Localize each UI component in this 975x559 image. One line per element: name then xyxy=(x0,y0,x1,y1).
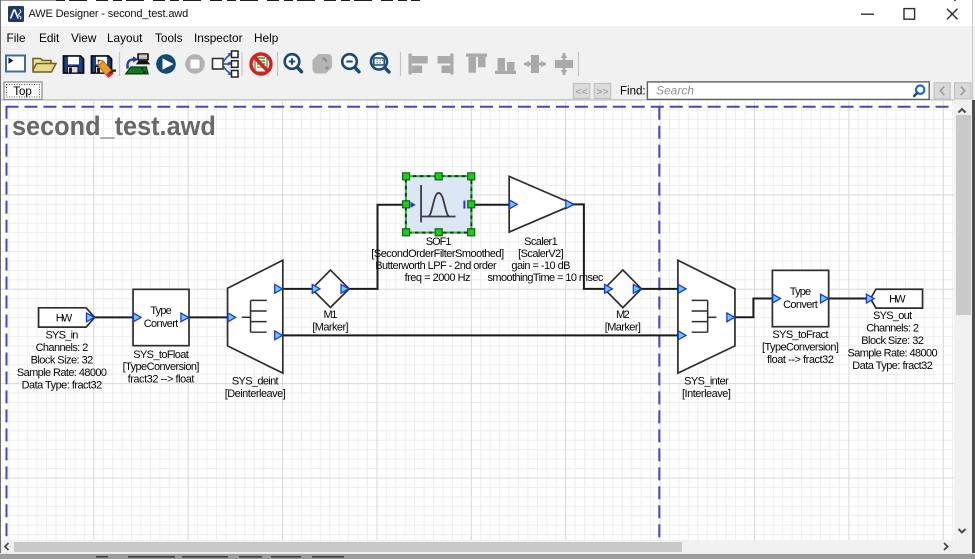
svg-text:SYS_out: SYS_out xyxy=(873,310,912,322)
svg-text:SOF1: SOF1 xyxy=(426,236,452,248)
svg-text:HW: HW xyxy=(889,294,906,306)
svg-text:Butterworth LPF - 2nd order: Butterworth LPF - 2nd order xyxy=(375,260,497,272)
svg-text:Scaler1: Scaler1 xyxy=(524,236,558,248)
svg-text:HW: HW xyxy=(56,312,73,324)
svg-text:[Deinterleave]: [Deinterleave] xyxy=(225,388,286,400)
svg-text:SYS_toFloat: SYS_toFloat xyxy=(133,349,189,361)
svg-text:Search: Search xyxy=(656,84,694,98)
svg-text:[SecondOrderFilterSmoothed]: [SecondOrderFilterSmoothed] xyxy=(371,248,504,260)
svg-text:[ScalerV2]: [ScalerV2] xyxy=(518,248,564,260)
svg-text:Channels: 2: Channels: 2 xyxy=(36,342,89,354)
svg-text:smoothingTime = 10 msec: smoothingTime = 10 msec xyxy=(487,272,603,284)
svg-text:second_test.awd: second_test.awd xyxy=(12,111,216,141)
svg-text:[Interleave]: [Interleave] xyxy=(682,388,731,400)
svg-text:M1: M1 xyxy=(324,309,338,321)
svg-text:Data Type: fract32: Data Type: fract32 xyxy=(22,380,103,392)
svg-text:Top: Top xyxy=(13,86,32,98)
svg-text:SYS_in: SYS_in xyxy=(45,330,78,342)
svg-text:Sample Rate: 48000: Sample Rate: 48000 xyxy=(847,347,937,359)
svg-text:Find:: Find: xyxy=(620,86,646,98)
svg-text:Data Type: fract32: Data Type: fract32 xyxy=(852,360,933,372)
svg-text:[TypeConversion]: [TypeConversion] xyxy=(762,341,839,353)
svg-text:Sample Rate: 48000: Sample Rate: 48000 xyxy=(17,367,107,379)
svg-text:Type: Type xyxy=(150,305,171,317)
svg-text:<<: << xyxy=(575,86,587,98)
svg-text:freq = 2000 Hz: freq = 2000 Hz xyxy=(405,272,471,284)
svg-text:SYS_inter: SYS_inter xyxy=(684,376,729,388)
svg-text:Block Size: 32: Block Size: 32 xyxy=(861,335,924,347)
svg-text:M2: M2 xyxy=(616,309,630,321)
svg-text:[TypeConversion]: [TypeConversion] xyxy=(123,361,200,373)
svg-text:float --> fract32: float --> fract32 xyxy=(767,354,834,366)
svg-text:[Marker]: [Marker] xyxy=(312,321,348,333)
svg-text:Convert: Convert xyxy=(144,318,179,330)
svg-text:Type: Type xyxy=(790,286,811,298)
svg-text:Block Size: 32: Block Size: 32 xyxy=(31,355,94,367)
svg-text:[Marker]: [Marker] xyxy=(605,321,641,333)
svg-text:Convert: Convert xyxy=(783,299,818,311)
svg-text:>>: >> xyxy=(596,86,608,98)
svg-text:SYS_deint: SYS_deint xyxy=(232,376,279,388)
svg-text:Channels: 2: Channels: 2 xyxy=(866,322,919,334)
svg-text:gain = -10 dB: gain = -10 dB xyxy=(511,260,570,272)
svg-text:fract32 --> float: fract32 --> float xyxy=(128,374,195,386)
svg-text:SYS_toFract: SYS_toFract xyxy=(772,329,828,341)
